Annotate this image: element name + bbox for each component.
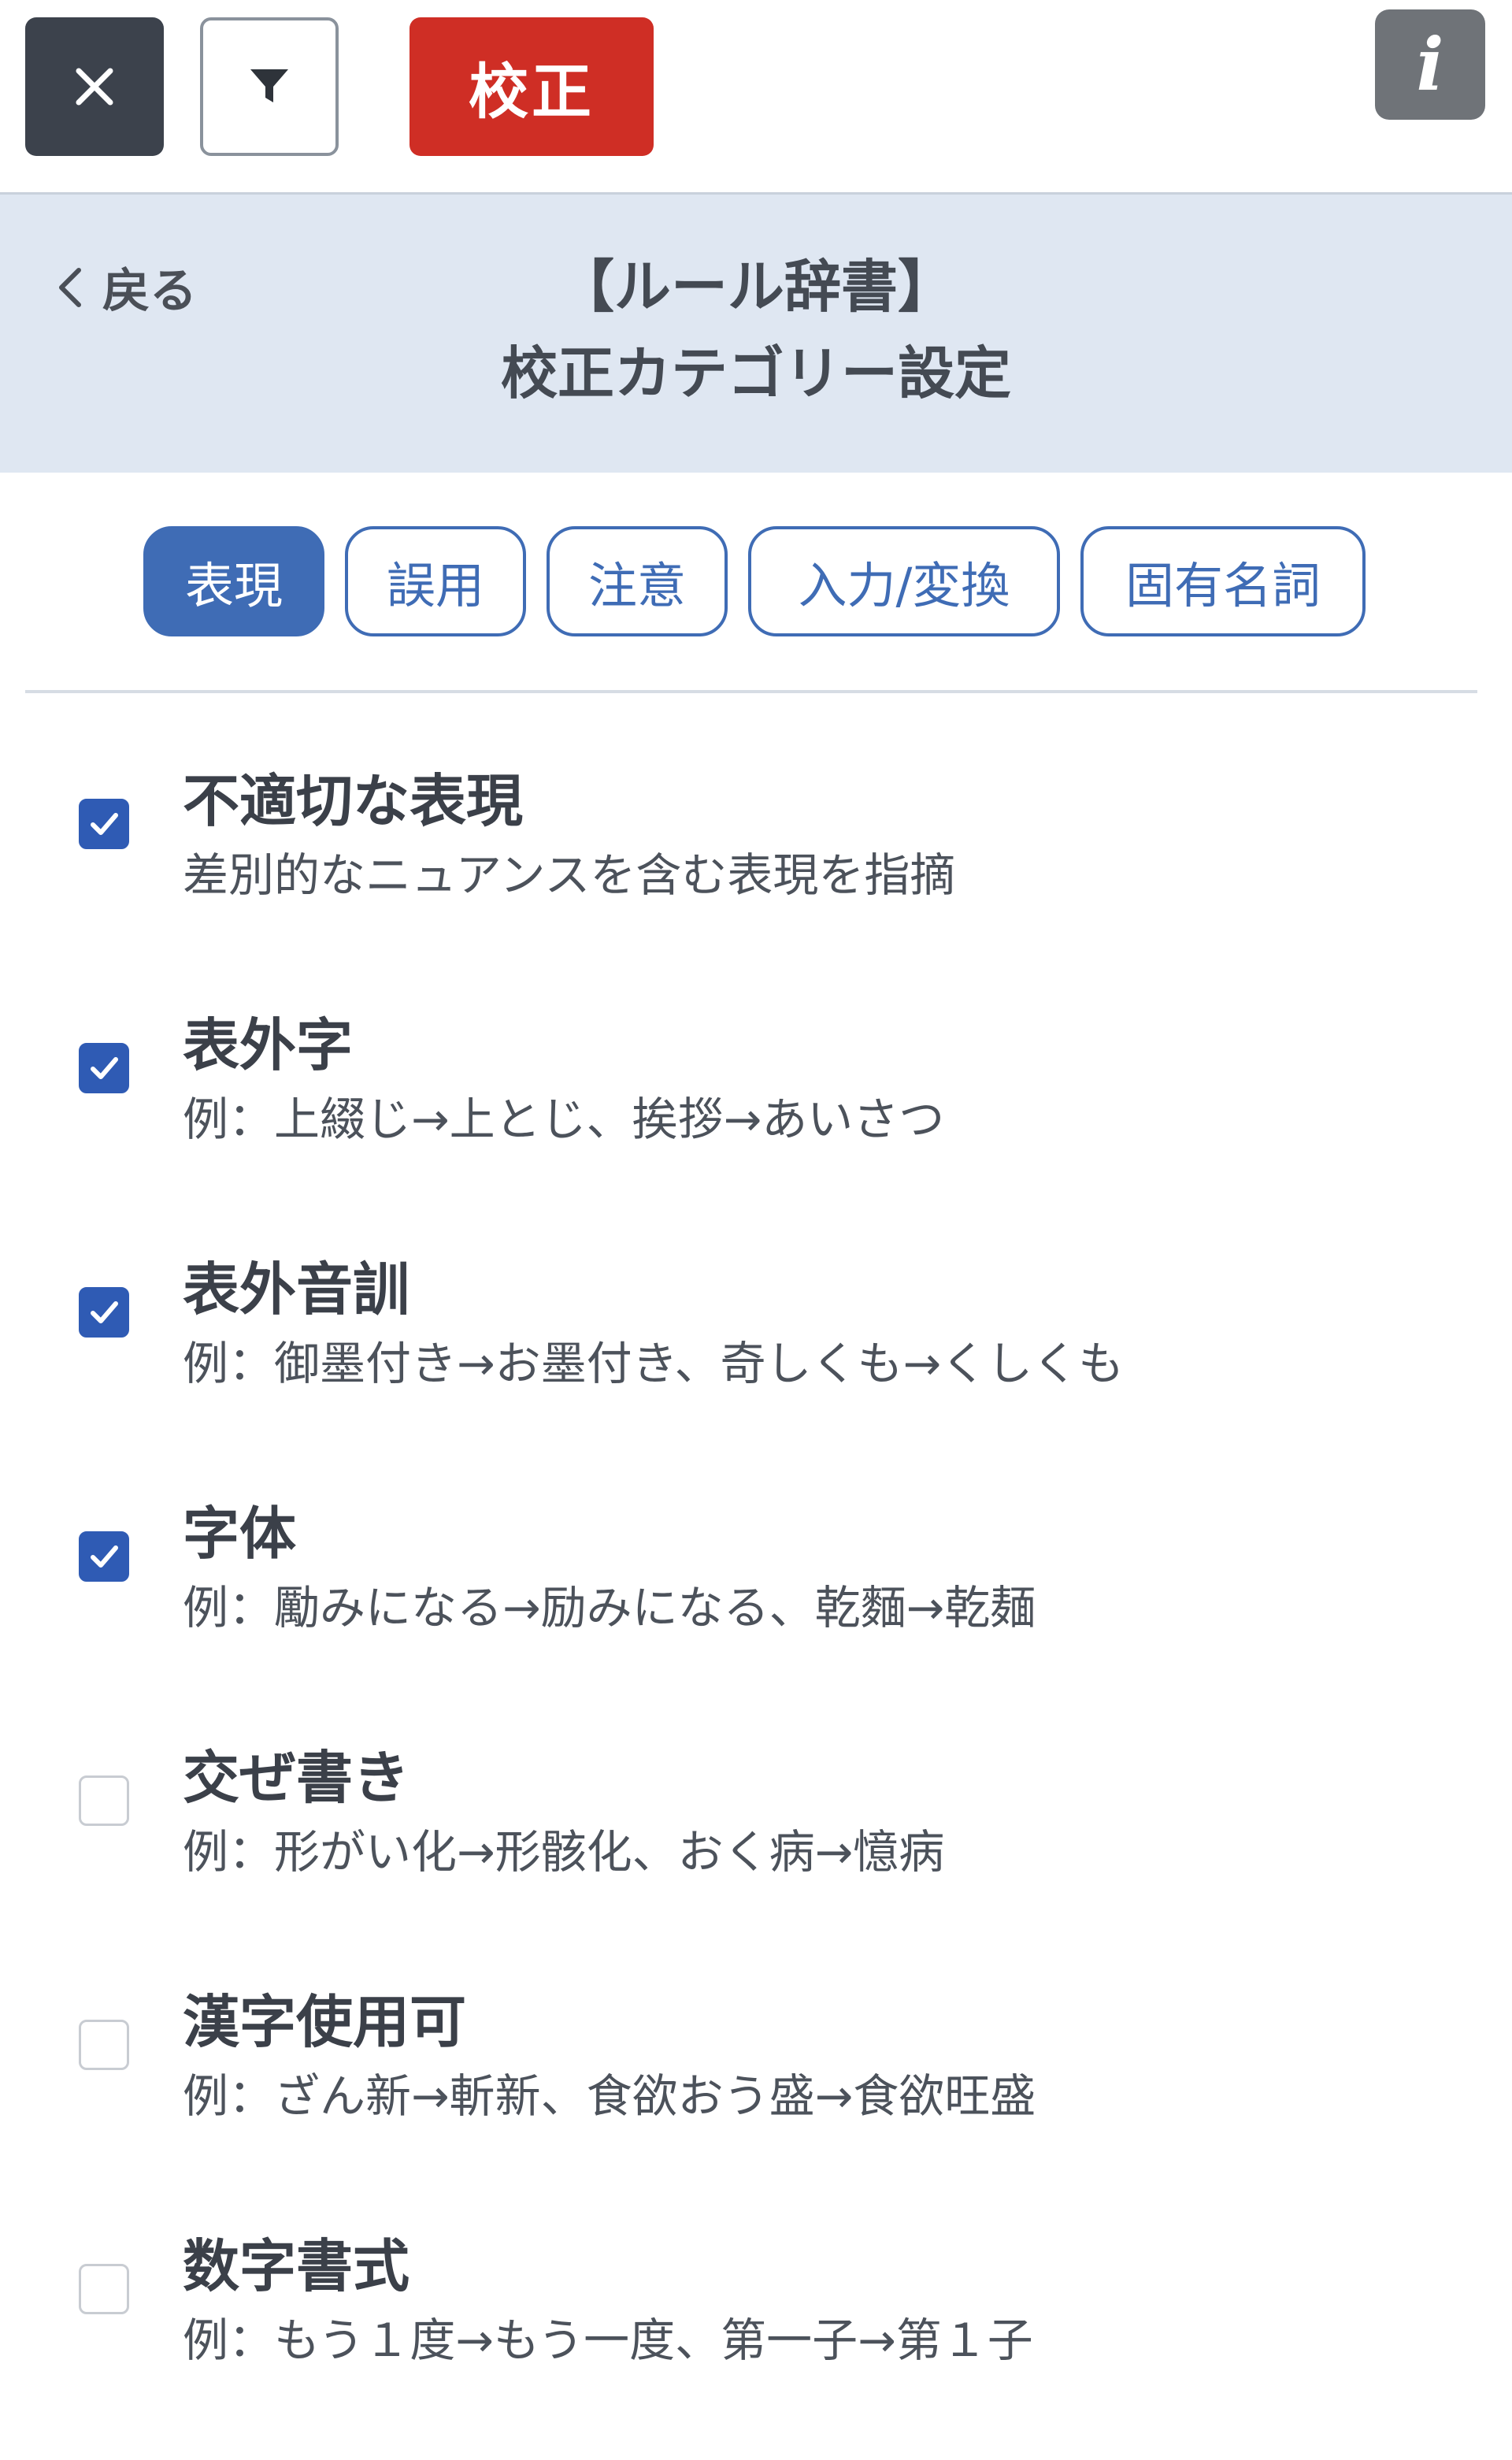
list-item[interactable]: 数字書式 例：もう１度→もう一度、第一子→第１子 — [0, 2206, 1512, 2450]
tab-goyo[interactable]: 誤用 — [345, 526, 526, 636]
list-item[interactable]: 表外字 例：上綴じ→上とじ、挨拶→あいさつ — [0, 985, 1512, 1229]
checkmark-icon — [91, 813, 118, 835]
page-title-line1: 【ルール辞書】 — [557, 254, 954, 320]
tab-label: 入力/変換 — [798, 557, 1010, 614]
item-title: 表外音訓 — [183, 1256, 410, 1323]
filter-icon — [250, 69, 288, 102]
list-item[interactable]: 字体 例：勵みになる→励みになる、乾麵→乾麺 — [0, 1473, 1512, 1717]
back-label: 戻る — [102, 264, 197, 319]
item-description: 例：御墨付き→お墨付き、奇しくも→くしくも — [183, 1337, 1125, 1390]
list-item[interactable]: 不適切な表現 差別的なニュアンスを含む表現を指摘 — [0, 740, 1512, 985]
checkbox[interactable] — [79, 1043, 129, 1093]
tab-proper-nouns[interactable]: 固有名詞 — [1080, 526, 1366, 636]
tab-label: 注意 — [587, 557, 686, 614]
tab-chui[interactable]: 注意 — [547, 526, 728, 636]
item-title: 不適切な表現 — [183, 768, 524, 834]
category-tabs: 表現 誤用 注意 入力/変換 固有名詞 — [143, 526, 1366, 636]
item-description: 例：もう１度→もう一度、第一子→第１子 — [183, 2313, 1033, 2367]
filter-button[interactable] — [200, 17, 339, 156]
tab-input-conversion[interactable]: 入力/変換 — [748, 526, 1060, 636]
category-list: 不適切な表現 差別的なニュアンスを含む表現を指摘 表外字 例：上綴じ→上とじ、挨… — [0, 740, 1512, 2450]
page-header: 戻る 【ルール辞書】 校正カテゴリー設定 — [0, 192, 1512, 473]
back-button[interactable]: 戻る — [55, 253, 197, 321]
info-icon: i — [1416, 22, 1444, 107]
tab-label: 表現 — [184, 557, 283, 614]
item-title: 漢字使用可 — [183, 1989, 467, 2055]
list-item[interactable]: 交ぜ書き 例：形がい化→形骸化、おく病→憶病 — [0, 1717, 1512, 1961]
checkbox[interactable] — [79, 1531, 129, 1582]
checkbox[interactable] — [79, 2020, 129, 2070]
page-title-line2: 校正カテゴリー設定 — [500, 340, 1011, 406]
item-title: 数字書式 — [183, 2233, 410, 2299]
checkbox[interactable] — [79, 799, 129, 849]
checkmark-icon — [91, 1545, 118, 1568]
list-item[interactable]: 漢字使用可 例：ざん新→斬新、食欲おう盛→食欲旺盛 — [0, 1961, 1512, 2206]
tab-label: 固有名詞 — [1125, 557, 1321, 614]
list-item[interactable]: 表外音訓 例：御墨付き→お墨付き、奇しくも→くしくも — [0, 1229, 1512, 1473]
close-icon — [76, 68, 113, 106]
item-title: 字体 — [183, 1501, 297, 1567]
item-description: 例：勵みになる→励みになる、乾麵→乾麺 — [183, 1581, 1036, 1634]
checkbox[interactable] — [79, 1287, 129, 1338]
divider — [25, 690, 1477, 693]
checkmark-icon — [91, 1057, 118, 1079]
tab-label: 誤用 — [386, 557, 484, 614]
info-button[interactable]: i — [1375, 9, 1485, 120]
item-description: 差別的なニュアンスを含む表現を指摘 — [183, 848, 956, 902]
tab-hyogen[interactable]: 表現 — [143, 526, 324, 636]
checkbox[interactable] — [79, 1775, 129, 1826]
toolbar: 校正 i — [0, 0, 1512, 192]
checkbox[interactable] — [79, 2264, 129, 2314]
chevron-left-icon — [59, 267, 81, 307]
page-title: 【ルール辞書】 校正カテゴリー設定 — [394, 243, 1118, 417]
proofread-button-label: 校正 — [469, 57, 595, 127]
item-description: 例：形がい化→形骸化、おく病→憶病 — [183, 1825, 945, 1879]
item-description: 例：ざん新→斬新、食欲おう盛→食欲旺盛 — [183, 2069, 1036, 2123]
proofread-button[interactable]: 校正 — [410, 17, 654, 156]
item-title: 交ぜ書き — [183, 1745, 410, 1811]
close-button[interactable] — [25, 17, 164, 156]
item-description: 例：上綴じ→上とじ、挨拶→あいさつ — [183, 1093, 945, 1146]
item-title: 表外字 — [183, 1012, 354, 1078]
checkmark-icon — [91, 1301, 118, 1323]
